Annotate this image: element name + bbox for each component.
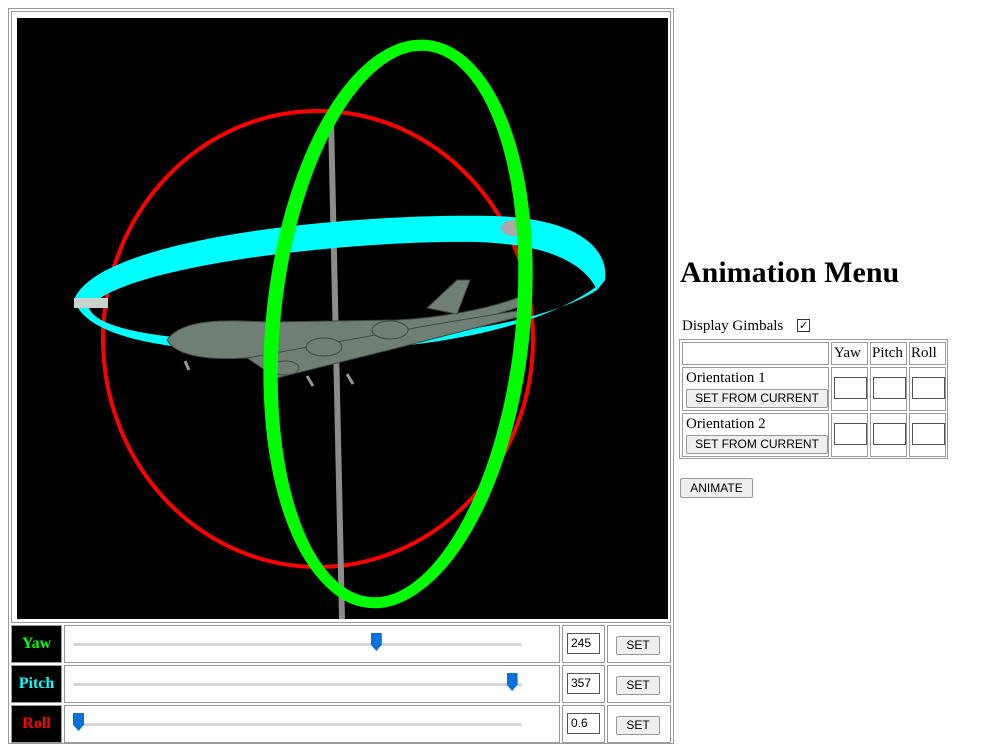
orientation-1-set-from-current-button[interactable]: SET FROM CURRENT <box>686 389 828 408</box>
display-gimbals-label: Display Gimbals <box>682 318 784 334</box>
orientation-1-roll-input[interactable] <box>912 377 945 399</box>
roll-label-text: Roll <box>22 715 51 732</box>
orientation-2-roll-input[interactable] <box>912 423 945 445</box>
orientation-1-label: Orientation 1 <box>686 370 766 386</box>
roll-label: Roll <box>11 705 62 743</box>
roll-row: Roll 0.6 SET <box>11 705 671 743</box>
roll-slider-thumb[interactable] <box>73 713 84 731</box>
pitch-label-text: Pitch <box>18 675 55 692</box>
pitch-value-cell: 357 <box>562 665 605 703</box>
column-header-yaw-text: Yaw <box>834 345 861 361</box>
animation-menu-title: Animation Menu <box>680 256 900 289</box>
orientation-1-cell: Orientation 1 SET FROM CURRENT <box>682 367 829 411</box>
viewport-cell <box>11 11 671 623</box>
yaw-value-input[interactable]: 245 <box>567 633 600 654</box>
pitch-slider-thumb[interactable] <box>506 673 518 691</box>
gimbal-scene <box>74 39 606 619</box>
orientation-1-pitch-cell <box>870 367 907 411</box>
roll-set-cell: SET <box>607 705 671 743</box>
pitch-label: Pitch <box>11 665 62 703</box>
pitch-value-input[interactable]: 357 <box>567 673 600 694</box>
roll-value-cell: 0.6 <box>562 705 605 743</box>
yaw-set-cell: SET <box>607 625 671 663</box>
orientation-2-yaw-cell <box>831 413 868 457</box>
orientation-1-yaw-cell <box>831 367 868 411</box>
roll-set-button[interactable]: SET <box>616 716 660 735</box>
orientation-2-yaw-input[interactable] <box>834 423 867 445</box>
column-header-pitch: Pitch <box>870 342 907 365</box>
gimbal-viewer-table: Yaw 245 SET Pitch 357 SET Roll 0.6 SET <box>8 8 674 744</box>
column-header-roll-text: Roll <box>911 345 937 361</box>
yaw-slider-track[interactable] <box>73 643 522 646</box>
pitch-set-button[interactable]: SET <box>616 676 660 695</box>
yaw-label: Yaw <box>11 625 62 663</box>
header-blank-cell <box>682 342 829 365</box>
orientation-2-roll-cell <box>909 413 946 457</box>
orientation-1-roll-cell <box>909 367 946 411</box>
roll-slider-track[interactable] <box>73 723 522 726</box>
orientation-1-pitch-input[interactable] <box>873 377 906 399</box>
orientation-2-set-from-current-button[interactable]: SET FROM CURRENT <box>686 435 828 454</box>
column-header-pitch-text: Pitch <box>872 345 903 361</box>
3d-viewport[interactable] <box>17 18 668 619</box>
orientation-2-label: Orientation 2 <box>686 416 766 432</box>
orientation-2-cell: Orientation 2 SET FROM CURRENT <box>682 413 829 457</box>
pitch-slider-track[interactable] <box>73 683 522 686</box>
orientation-1-yaw-input[interactable] <box>834 377 867 399</box>
display-gimbals-checkbox[interactable]: ✓ <box>797 319 810 332</box>
orientation-table: Yaw Pitch Roll Orientation 1 SET FROM CU… <box>679 339 948 459</box>
orientation-2-pitch-input[interactable] <box>873 423 906 445</box>
animate-button[interactable]: ANIMATE <box>680 478 753 498</box>
pitch-pivot-left <box>74 298 108 308</box>
yaw-row: Yaw 245 SET <box>11 625 671 663</box>
pitch-row: Pitch 357 SET <box>11 665 671 703</box>
yaw-slider-thumb[interactable] <box>370 633 382 651</box>
orientation-2-pitch-cell <box>870 413 907 457</box>
pitch-slider[interactable] <box>64 665 560 703</box>
yaw-set-button[interactable]: SET <box>616 636 660 655</box>
yaw-value-cell: 245 <box>562 625 605 663</box>
yaw-slider[interactable] <box>64 625 560 663</box>
pitch-set-cell: SET <box>607 665 671 703</box>
yaw-axis-pole <box>328 117 345 619</box>
roll-slider[interactable] <box>64 705 560 743</box>
column-header-roll: Roll <box>909 342 946 365</box>
yaw-label-text: Yaw <box>21 635 52 652</box>
column-header-yaw: Yaw <box>831 342 868 365</box>
roll-value-input[interactable]: 0.6 <box>567 713 600 734</box>
